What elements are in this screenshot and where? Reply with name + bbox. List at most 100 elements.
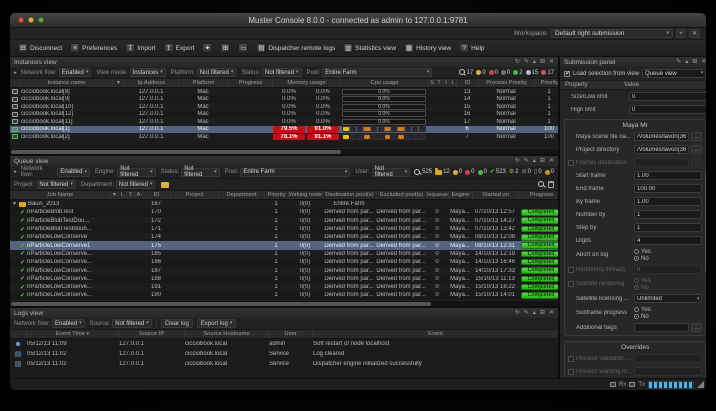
- collapse-icon[interactable]: ▴: [533, 158, 536, 164]
- job-row[interactable]: ▼✔nParticleLowConserve... 186 1 0(0) Der…: [10, 258, 558, 266]
- history-view-button[interactable]: ▦ History view: [402, 42, 453, 54]
- log-row[interactable]: ☻▤ 05/12/13 11:02 127.0.0.1 cicciobook.l…: [10, 349, 558, 359]
- help-button[interactable]: ? Help: [457, 42, 486, 54]
- detach-icon[interactable]: ⊞: [540, 310, 545, 316]
- field-checkbox[interactable]: [568, 267, 574, 273]
- column-header[interactable]: Source IP: [118, 330, 184, 338]
- close-icon[interactable]: ✕: [701, 59, 706, 65]
- field-checkbox[interactable]: [568, 369, 574, 375]
- column-header[interactable]: Department: [218, 191, 264, 199]
- view-select[interactable]: Queue view▾: [642, 69, 706, 78]
- export-button[interactable]: ↥ Export: [162, 42, 197, 54]
- expand-arrow-icon[interactable]: ▸: [14, 70, 17, 76]
- job-row[interactable]: ▼✔nParticleLowConserve... 185 1 0(0) Der…: [10, 250, 558, 258]
- expand-arrow-icon[interactable]: ▸: [14, 169, 17, 175]
- filter-dropdown[interactable]: Source:Not filtered▾: [90, 319, 152, 328]
- instances-horizontal-scrollbar[interactable]: [10, 148, 558, 154]
- filter-dropdown[interactable]: Engine:Not filtered▾: [95, 168, 156, 177]
- edit-icon[interactable]: ✎: [524, 59, 529, 65]
- workspace-add-button[interactable]: +: [676, 29, 686, 38]
- field-input[interactable]: ▾: [634, 158, 689, 167]
- instance-row[interactable]: cicciobook.local[9] 127.0.0.1 Mac 0.0% 0…: [10, 96, 558, 104]
- detach-icon[interactable]: ⊞: [540, 158, 545, 164]
- log-row[interactable]: ☻▤ 05/12/13 11:09 127.0.0.1 cicciobook.l…: [10, 339, 558, 349]
- field-input[interactable]: ▾: [634, 354, 702, 363]
- filter-dropdown[interactable]: Network flow:Enabled▾: [14, 319, 85, 328]
- refresh-icon[interactable]: ↻: [515, 158, 520, 164]
- browse-button[interactable]: ...: [691, 158, 702, 167]
- column-header[interactable]: S: [428, 79, 435, 87]
- instance-row[interactable]: cicciobook.local[2] 127.0.0.1 Mac 78.1% …: [10, 133, 558, 141]
- column-header[interactable]: T: [126, 191, 134, 199]
- filter-dropdown[interactable]: View mode:Instances▾: [96, 68, 165, 77]
- pin-column-icon[interactable]: ▾: [112, 79, 124, 87]
- column-header[interactable]: Process Priority: [478, 79, 534, 87]
- submission-vertical-scrollbar[interactable]: [705, 172, 706, 272]
- browse-button[interactable]: ...: [691, 323, 702, 332]
- filter-dropdown[interactable]: Pool:Entire Farm▾: [225, 168, 351, 177]
- job-row[interactable]: ▼✔nParticleLowConserve... 191 1 0(0) Der…: [10, 283, 558, 291]
- field-input[interactable]: ▾: [634, 367, 702, 376]
- refresh-icon[interactable]: ↻: [515, 59, 520, 65]
- column-header[interactable]: Event: [312, 330, 558, 338]
- collapse-icon[interactable]: ▴: [533, 310, 536, 316]
- field-input[interactable]: 0▾: [634, 265, 702, 274]
- field-input[interactable]: 0▾: [629, 105, 706, 114]
- field-input[interactable]: 4▾: [634, 236, 702, 245]
- statistics-view-button[interactable]: ▥ Statistics view: [341, 42, 398, 54]
- scrollbar-thumb[interactable]: [11, 302, 431, 306]
- resize-grip[interactable]: [697, 381, 704, 388]
- filter-dropdown[interactable]: Status:Not filtered▾: [241, 68, 301, 77]
- notes-icon[interactable]: [161, 182, 169, 188]
- filter-dropdown[interactable]: Project:Not filtered▾: [14, 180, 76, 189]
- column-header[interactable]: Project: [170, 191, 218, 199]
- close-icon[interactable]: ✕: [549, 310, 554, 316]
- scrollbar-thumb[interactable]: [11, 150, 341, 154]
- zoom-window-button[interactable]: [38, 17, 44, 23]
- field-input[interactable]: /Volumes/lavori(36▾: [634, 145, 689, 154]
- job-row[interactable]: ▼✔nParticleBlobTest 170 1 0(0) Derived f…: [10, 208, 558, 216]
- column-header[interactable]: T: [435, 79, 442, 87]
- radio-yes[interactable]: [634, 249, 639, 254]
- browse-button[interactable]: ...: [691, 132, 702, 141]
- edit-icon[interactable]: ✎: [524, 158, 529, 164]
- column-header[interactable]: Engine: [448, 191, 472, 199]
- field-input[interactable]: ▾: [634, 323, 689, 332]
- workspace-close-button[interactable]: ✕: [689, 29, 700, 38]
- column-header[interactable]: Source Hostname: [184, 330, 268, 338]
- clear-log-button[interactable]: Clear log: [161, 319, 193, 328]
- job-row[interactable]: ▼✔nParticleLowConserve... 187 1 0(0) Der…: [10, 266, 558, 274]
- console-button[interactable]: ▭: [236, 42, 250, 54]
- instance-row[interactable]: cicciobook.local[1] 127.0.0.1 Mac 79.5% …: [10, 126, 558, 134]
- column-header[interactable]: Working nodes: [288, 191, 322, 199]
- filter-dropdown[interactable]: Status:Not filtered▾: [161, 168, 220, 177]
- instance-row[interactable]: cicciobook.local[8] 127.0.0.1 Mac 0.0% 0…: [10, 88, 558, 96]
- close-icon[interactable]: ✕: [549, 158, 554, 164]
- column-header[interactable]: Job Name: [10, 191, 110, 199]
- field-input[interactable]: 1.00▾: [634, 197, 702, 206]
- radio-no[interactable]: [634, 314, 639, 319]
- filter-dropdown[interactable]: Pool:Entire Farm▾: [307, 68, 433, 77]
- expand-arrow-icon[interactable]: ▼: [12, 201, 17, 207]
- field-input[interactable]: 1▾: [634, 210, 702, 219]
- search-icon[interactable]: [538, 181, 545, 188]
- sort-indicator[interactable]: ▾: [110, 191, 118, 199]
- column-header[interactable]: Priority: [534, 79, 558, 87]
- column-header[interactable]: I: [442, 79, 449, 87]
- disconnect-button[interactable]: ⊟ Disconnect: [16, 42, 64, 54]
- column-header[interactable]: Priority: [264, 191, 288, 199]
- instance-row[interactable]: cicciobook.local[10] 127.0.0.1 Mac 0.0% …: [10, 103, 558, 111]
- column-header[interactable]: Cpu usage: [340, 79, 428, 87]
- field-input[interactable]: /Volumes/lavori(36▾: [634, 132, 689, 141]
- refresh-icon[interactable]: ↻: [515, 310, 520, 316]
- log-row[interactable]: ☻▤ 05/12/13 11:02 127.0.0.1 cicciobook.l…: [10, 359, 558, 369]
- instance-row[interactable]: cicciobook.local[12] 127.0.0.1 Mac 0.0% …: [10, 111, 558, 119]
- field-checkbox[interactable]: [568, 160, 574, 166]
- job-row[interactable]: ▼✔nParticleLowConserve1 175 1 0(0) Deriv…: [10, 241, 558, 249]
- filter-dropdown[interactable]: Network flow:Enabled▾: [21, 68, 92, 77]
- column-header[interactable]: Ip Address: [124, 79, 178, 87]
- detach-icon[interactable]: ⊞: [540, 59, 545, 65]
- column-header[interactable]: Memory usage: [272, 79, 340, 87]
- keys-button[interactable]: ✦: [200, 42, 214, 54]
- edit-icon[interactable]: ✎: [676, 59, 681, 65]
